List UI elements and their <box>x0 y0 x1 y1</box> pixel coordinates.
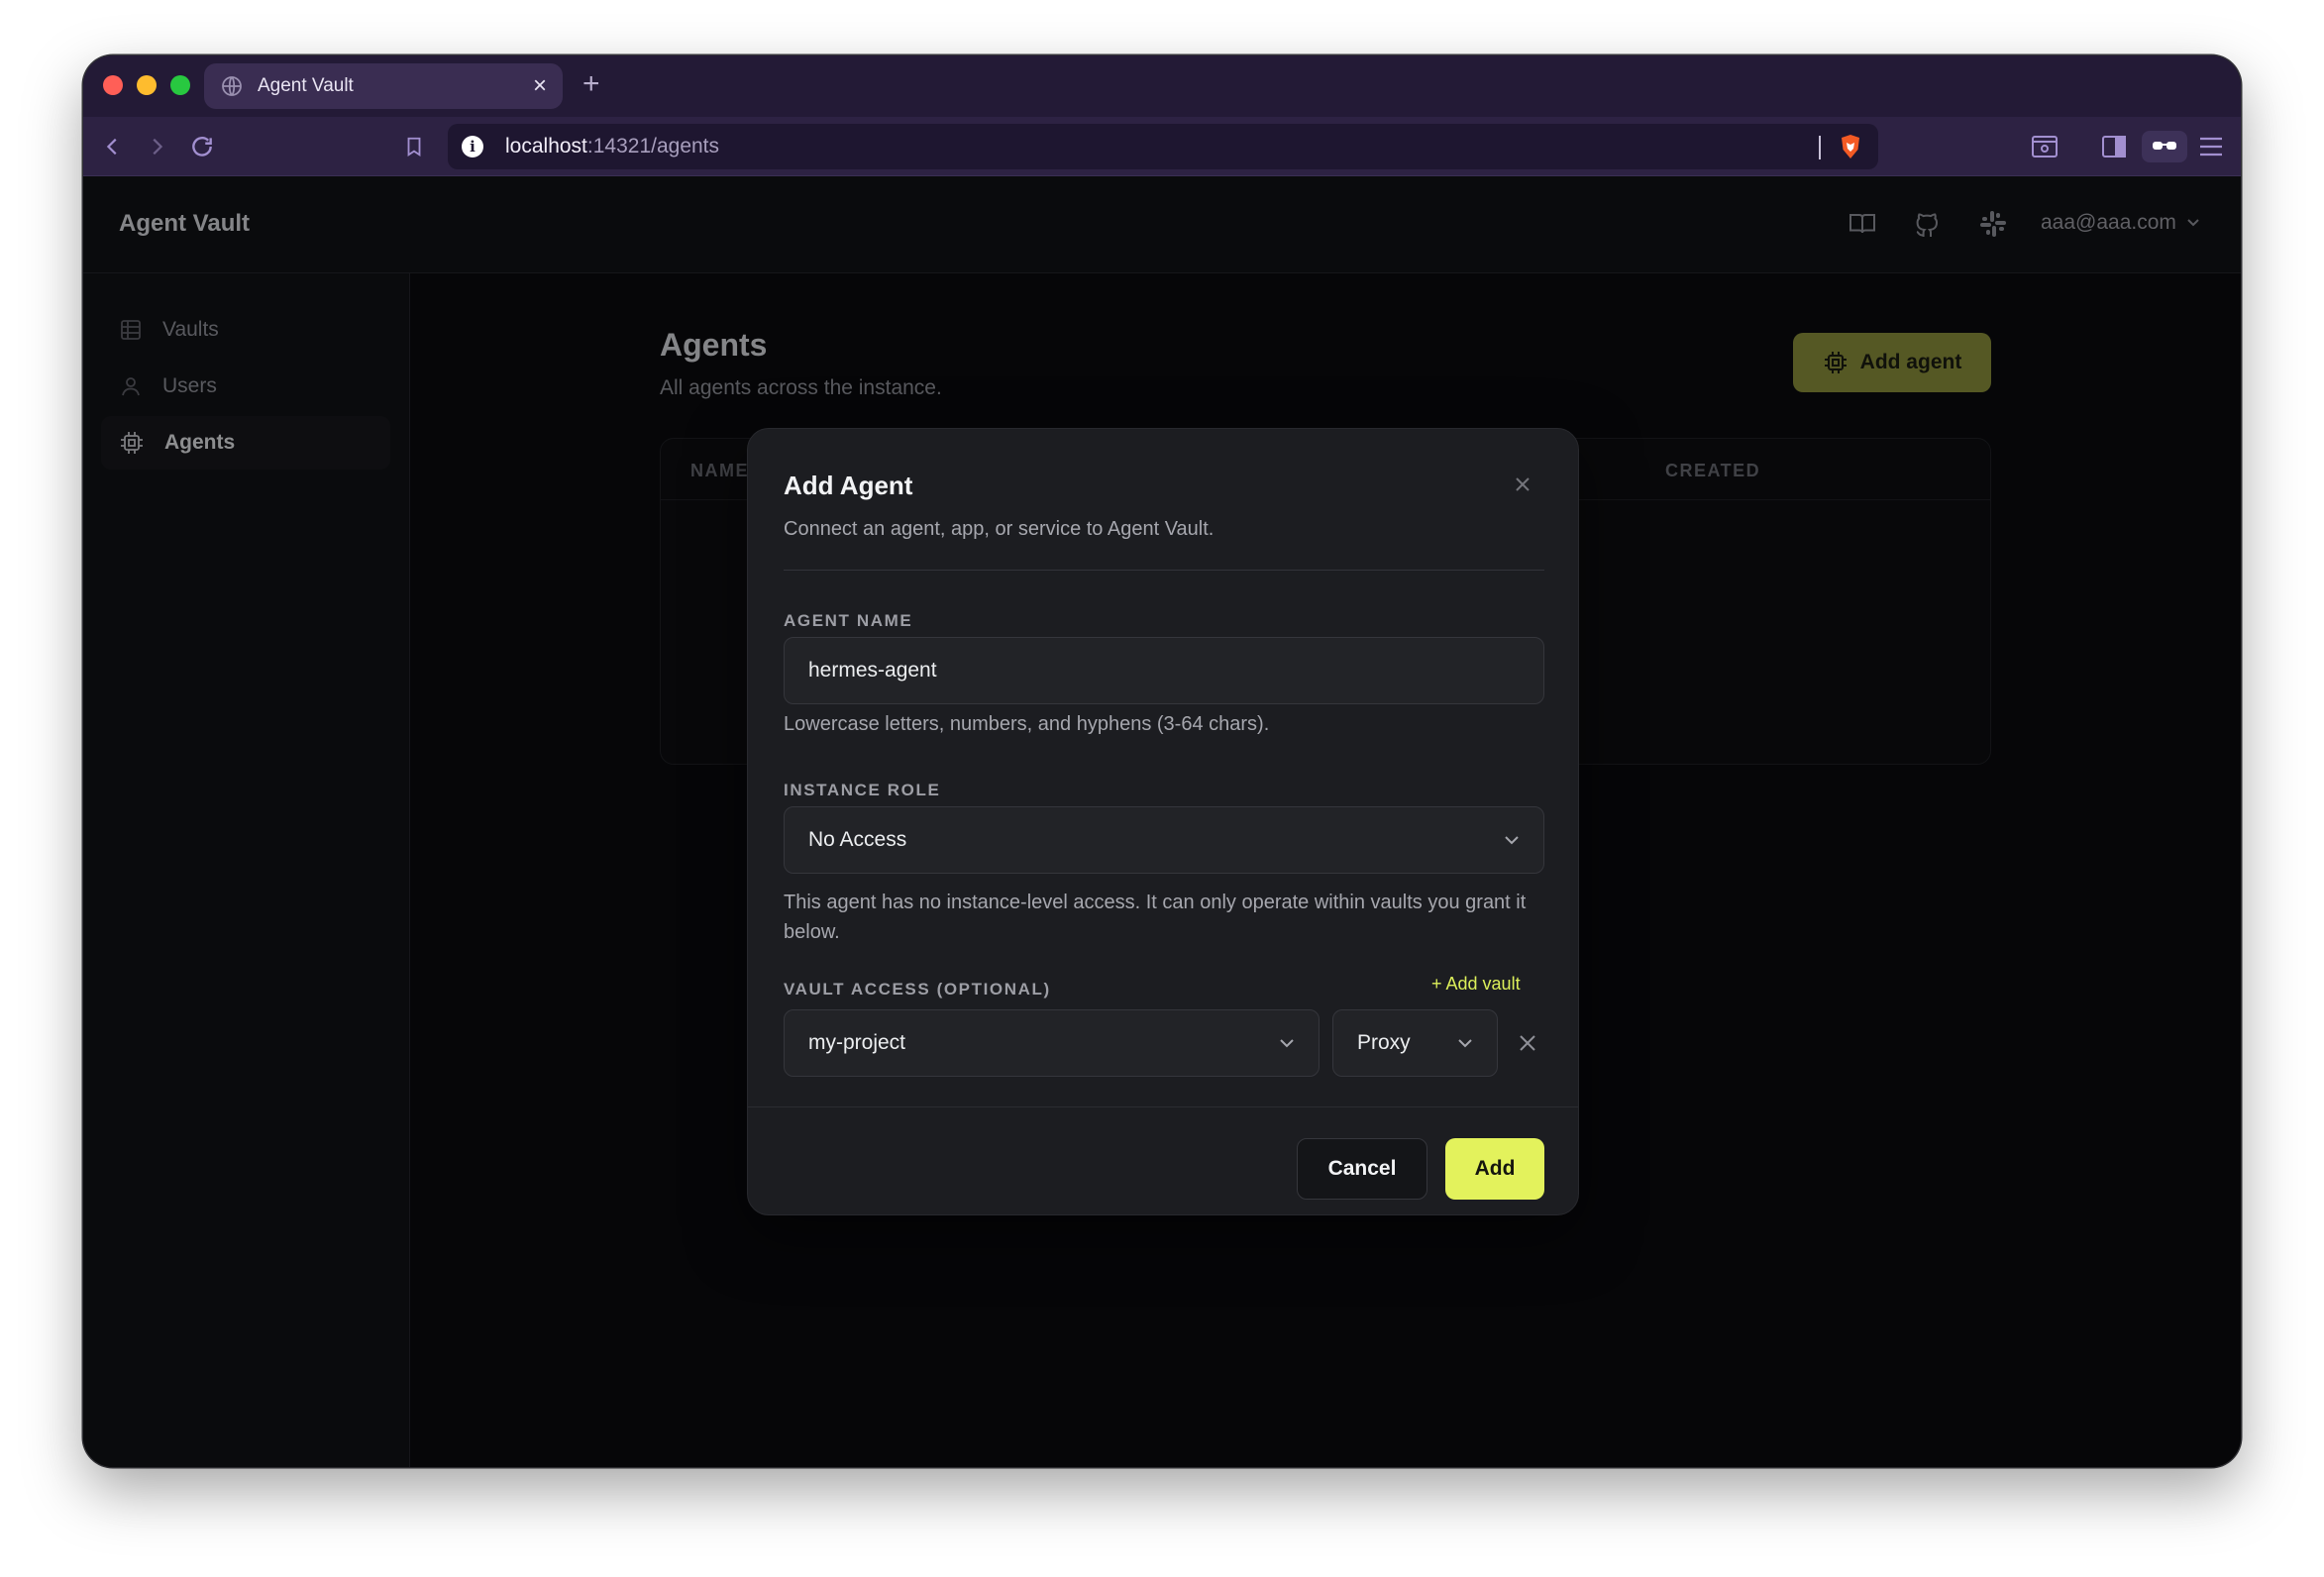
agent-name-label: AGENT NAME <box>784 611 913 630</box>
vault-access-label: VAULT ACCESS (OPTIONAL) <box>784 980 1051 999</box>
instance-role-value: No Access <box>808 828 907 851</box>
cancel-button[interactable]: Cancel <box>1297 1138 1427 1200</box>
agent-name-hint: Lowercase letters, numbers, and hyphens … <box>784 713 1270 735</box>
add-button[interactable]: Add <box>1445 1138 1544 1200</box>
divider <box>784 570 1544 571</box>
vault-select[interactable]: my-project <box>784 1009 1320 1077</box>
agent-name-input[interactable] <box>784 637 1544 704</box>
instance-role-label: INSTANCE ROLE <box>784 781 941 799</box>
menu-icon[interactable] <box>2195 131 2227 162</box>
minimize-window-button[interactable] <box>137 75 157 95</box>
remove-vault-icon[interactable] <box>1517 1032 1538 1054</box>
zoom-window-button[interactable] <box>170 75 190 95</box>
add-agent-dialog: Add Agent Connect an agent, app, or serv… <box>747 428 1579 1215</box>
sidebar-toggle-icon[interactable] <box>2098 131 2130 162</box>
tab-strip: Agent Vault × + <box>83 55 2241 117</box>
browser-toolbar: i localhost:14321/agents <box>83 117 2241 176</box>
close-icon[interactable] <box>1511 473 1534 496</box>
dialog-title: Add Agent <box>784 471 913 500</box>
footer-divider <box>748 1106 1578 1107</box>
browser-window: Agent Vault × + i localhost:14321/agents <box>83 55 2241 1467</box>
tab-title: Agent Vault <box>258 75 354 96</box>
chevron-down-icon <box>1505 836 1519 845</box>
chevron-down-icon <box>1280 1039 1294 1048</box>
close-window-button[interactable] <box>103 75 123 95</box>
instance-role-hint: This agent has no instance-level access.… <box>784 892 1527 943</box>
address-bar[interactable]: i localhost:14321/agents <box>448 124 1878 169</box>
globe-icon <box>222 76 242 96</box>
vault-mode-select[interactable]: Proxy <box>1332 1009 1498 1077</box>
site-info-icon[interactable]: i <box>462 136 483 158</box>
instance-role-select[interactable]: No Access <box>784 806 1544 874</box>
reader-mode-icon[interactable] <box>2029 131 2060 162</box>
vault-mode-value: Proxy <box>1357 1031 1411 1054</box>
browser-tab[interactable]: Agent Vault × <box>204 63 563 109</box>
vault-value: my-project <box>808 1031 906 1054</box>
forward-icon[interactable] <box>141 131 172 162</box>
urlbar-separator <box>1819 136 1821 159</box>
bookmark-icon[interactable] <box>398 131 430 162</box>
chevron-down-icon <box>1458 1039 1472 1048</box>
add-vault-link[interactable]: + Add vault <box>1431 974 1521 995</box>
back-icon[interactable] <box>97 131 129 162</box>
dialog-description: Connect an agent, app, or service to Age… <box>784 518 1215 540</box>
brave-shield-icon[interactable] <box>1839 134 1862 159</box>
tab-close-icon[interactable]: × <box>533 74 547 98</box>
new-tab-button[interactable]: + <box>582 67 600 101</box>
url-text[interactable]: localhost:14321/agents <box>505 135 719 158</box>
reload-icon[interactable] <box>186 131 218 162</box>
extension-glasses-icon[interactable] <box>2142 131 2187 162</box>
